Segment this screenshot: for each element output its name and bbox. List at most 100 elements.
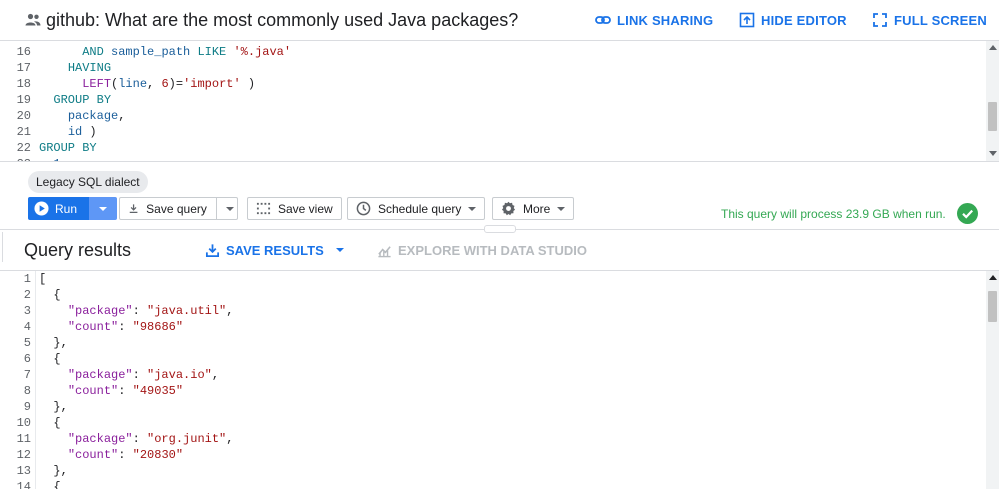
left-edge-marker: [2, 232, 3, 262]
line-text: LEFT(line, 6)='import' ): [39, 76, 255, 92]
scroll-up-arrow-icon[interactable]: [989, 45, 997, 50]
scroll-down-arrow-icon[interactable]: [989, 151, 997, 156]
line-number: 1: [23, 272, 31, 286]
line-text: {: [39, 415, 61, 431]
code-token: ,: [118, 109, 126, 123]
results-scrollbar[interactable]: [986, 271, 999, 489]
code-token: '%.java': [233, 45, 292, 59]
schedule-query-button[interactable]: Schedule query: [347, 197, 486, 220]
code-token: },: [39, 336, 68, 350]
line-text: "package": "java.util",: [39, 303, 234, 319]
line-text: [: [39, 271, 46, 287]
line-number: 5: [23, 336, 31, 350]
code-token: :: [118, 320, 133, 334]
code-token: 6: [161, 77, 169, 91]
editor-scrollbar[interactable]: [986, 41, 999, 161]
line-number: 17: [16, 61, 31, 75]
line-text: {: [39, 351, 60, 367]
results-json-viewer[interactable]: 1 [2 {3 "package": "java.util", 4 "count":…: [0, 270, 999, 489]
line-number: 11: [16, 432, 31, 446]
code-token: ,: [226, 304, 234, 318]
chevron-down-icon: [99, 206, 107, 211]
line-text: "count": "98686": [39, 319, 183, 335]
code-token: "count": [67, 384, 119, 398]
run-button[interactable]: Run: [28, 197, 117, 220]
code-token: {: [39, 480, 61, 489]
sql-dialect-chip[interactable]: Legacy SQL dialect: [28, 171, 148, 193]
code-token: GROUP BY: [39, 141, 97, 155]
line-text: "package": "java.io",: [39, 367, 219, 383]
line-number: 10: [16, 416, 31, 430]
save-query-button[interactable]: Save query: [119, 197, 238, 220]
line-text: "count": "20830": [39, 447, 183, 463]
play-icon: [34, 201, 49, 216]
code-token: "count": [67, 320, 119, 334]
code-token: 1: [53, 157, 60, 161]
code-token: ): [240, 77, 256, 91]
results-scroll-thumb[interactable]: [988, 291, 997, 322]
line-number: 23: [0, 156, 31, 161]
hide-editor-icon: [739, 12, 755, 28]
line-number: 14: [16, 480, 31, 489]
save-results-button[interactable]: SAVE RESULTS: [205, 242, 344, 258]
full-screen-label: FULL SCREEN: [894, 12, 987, 28]
resize-handle[interactable]: [484, 225, 516, 233]
line-number: 7: [23, 368, 31, 382]
code-token: [: [39, 272, 47, 286]
run-label: Run: [55, 201, 78, 216]
people-icon: [25, 13, 41, 26]
line-number: 3: [23, 304, 31, 318]
code-token: ,: [211, 368, 220, 382]
query-results-title: Query results: [24, 240, 132, 260]
more-button[interactable]: More: [492, 197, 575, 220]
line-text: {: [39, 479, 61, 489]
line-number: 6: [23, 352, 31, 366]
run-options-dropdown[interactable]: [89, 197, 117, 220]
line-text: "package": "org.junit",: [39, 431, 234, 447]
code-token: "org.junit": [147, 432, 227, 446]
code-token: {: [39, 416, 61, 430]
line-number: 2: [23, 288, 31, 302]
explore-data-studio-button[interactable]: EXPLORE WITH DATA STUDIO: [377, 242, 587, 258]
line-text: GROUP BY: [39, 92, 111, 108]
clock-icon: [356, 201, 371, 216]
chevron-down-icon: [335, 248, 344, 252]
more-label: More: [523, 201, 551, 216]
code-token: HAVING: [67, 61, 112, 75]
line-number: 20: [16, 109, 31, 123]
line-number: 12: [16, 448, 31, 462]
code-token: :: [132, 304, 148, 318]
hide-editor-button[interactable]: HIDE EDITOR: [739, 12, 847, 28]
save-results-label: SAVE RESULTS: [226, 242, 324, 258]
run-main[interactable]: Run: [28, 197, 89, 220]
line-number: 16: [16, 45, 31, 59]
code-token: "98686": [132, 320, 184, 334]
link-sharing-button[interactable]: LINK SHARING: [595, 12, 713, 28]
code-token: "49035": [132, 384, 184, 398]
code-token: {: [39, 288, 61, 302]
save-view-button[interactable]: Save view: [247, 197, 342, 220]
link-icon: [595, 16, 611, 24]
line-number: 13: [16, 464, 31, 478]
line-number: 22: [16, 141, 31, 155]
full-screen-button[interactable]: FULL SCREEN: [872, 12, 987, 28]
line-text: GROUP BY: [39, 140, 97, 156]
sql-editor[interactable]: 16 AND sample_path LIKE '%.java' 17 HAVIN…: [0, 41, 999, 162]
line-text: AND sample_path LIKE '%.java': [39, 44, 291, 60]
query-validation-status: This query will process 23.9 GB when run…: [721, 207, 946, 221]
line-text: },: [39, 463, 67, 479]
save-query-dropdown[interactable]: [224, 206, 237, 211]
editor-scroll-thumb[interactable]: [988, 102, 997, 131]
schedule-query-label: Schedule query: [378, 201, 462, 216]
hide-editor-label: HIDE EDITOR: [761, 12, 847, 28]
scroll-up-arrow-icon[interactable]: [989, 275, 997, 280]
